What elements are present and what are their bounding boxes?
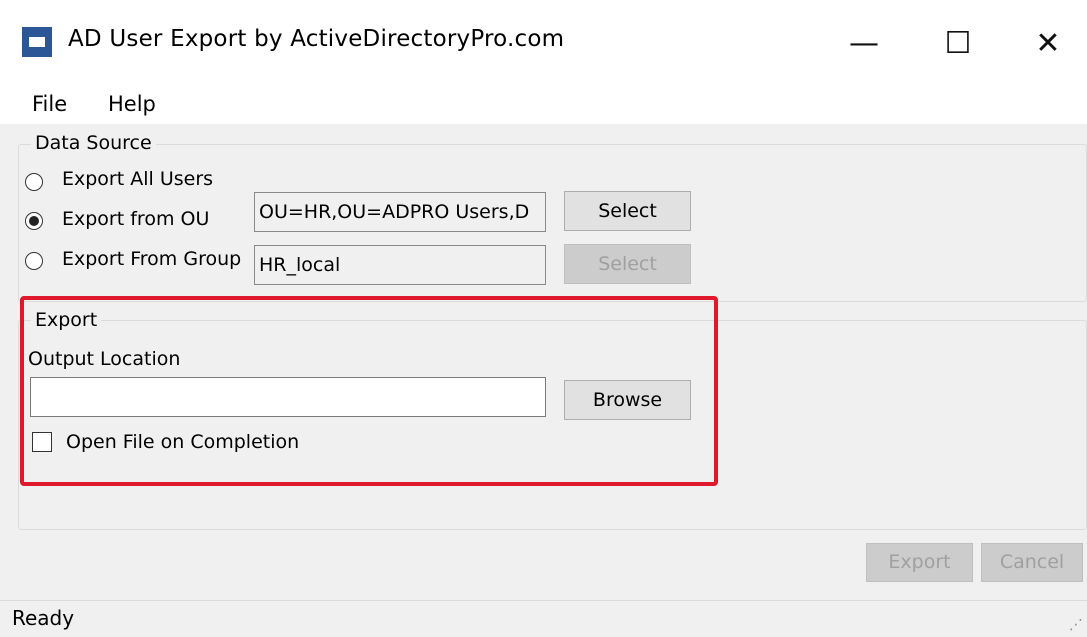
export-from-group-radio[interactable] xyxy=(25,252,43,270)
menu-bar xyxy=(0,84,1087,124)
cancel-button[interactable]: Cancel xyxy=(981,543,1083,582)
export-from-group-label[interactable]: Export From Group xyxy=(62,248,241,270)
close-button[interactable]: ✕ xyxy=(1012,16,1084,70)
close-icon: ✕ xyxy=(1035,25,1061,61)
ou-field[interactable]: OU=HR,OU=ADPRO Users,D xyxy=(254,192,546,232)
window-title: AD User Export by ActiveDirectoryPro.com xyxy=(68,26,565,52)
highlight-box xyxy=(20,296,718,486)
export-from-ou-radio[interactable] xyxy=(25,212,43,230)
menu-help[interactable]: Help xyxy=(108,84,156,124)
maximize-button[interactable]: ☐ xyxy=(922,16,994,70)
app-icon xyxy=(22,27,52,57)
status-bar: Ready ⋰ xyxy=(0,600,1087,637)
export-all-users-label[interactable]: Export All Users xyxy=(62,168,213,190)
minimize-button[interactable]: — xyxy=(828,16,900,70)
export-from-ou-label[interactable]: Export from OU xyxy=(62,208,209,230)
group-field[interactable]: HR_local xyxy=(254,245,546,285)
maximize-icon: ☐ xyxy=(944,25,972,61)
select-group-button[interactable]: Select xyxy=(564,244,691,284)
resize-grip-icon[interactable]: ⋰ xyxy=(1069,617,1083,633)
menu-file[interactable]: File xyxy=(32,84,67,124)
export-button[interactable]: Export xyxy=(866,543,973,582)
select-ou-button[interactable]: Select xyxy=(564,191,691,231)
data-source-legend: Data Source xyxy=(31,132,156,154)
minimize-icon: — xyxy=(849,25,879,61)
status-text: Ready xyxy=(12,606,75,630)
export-all-users-radio[interactable] xyxy=(25,173,43,191)
